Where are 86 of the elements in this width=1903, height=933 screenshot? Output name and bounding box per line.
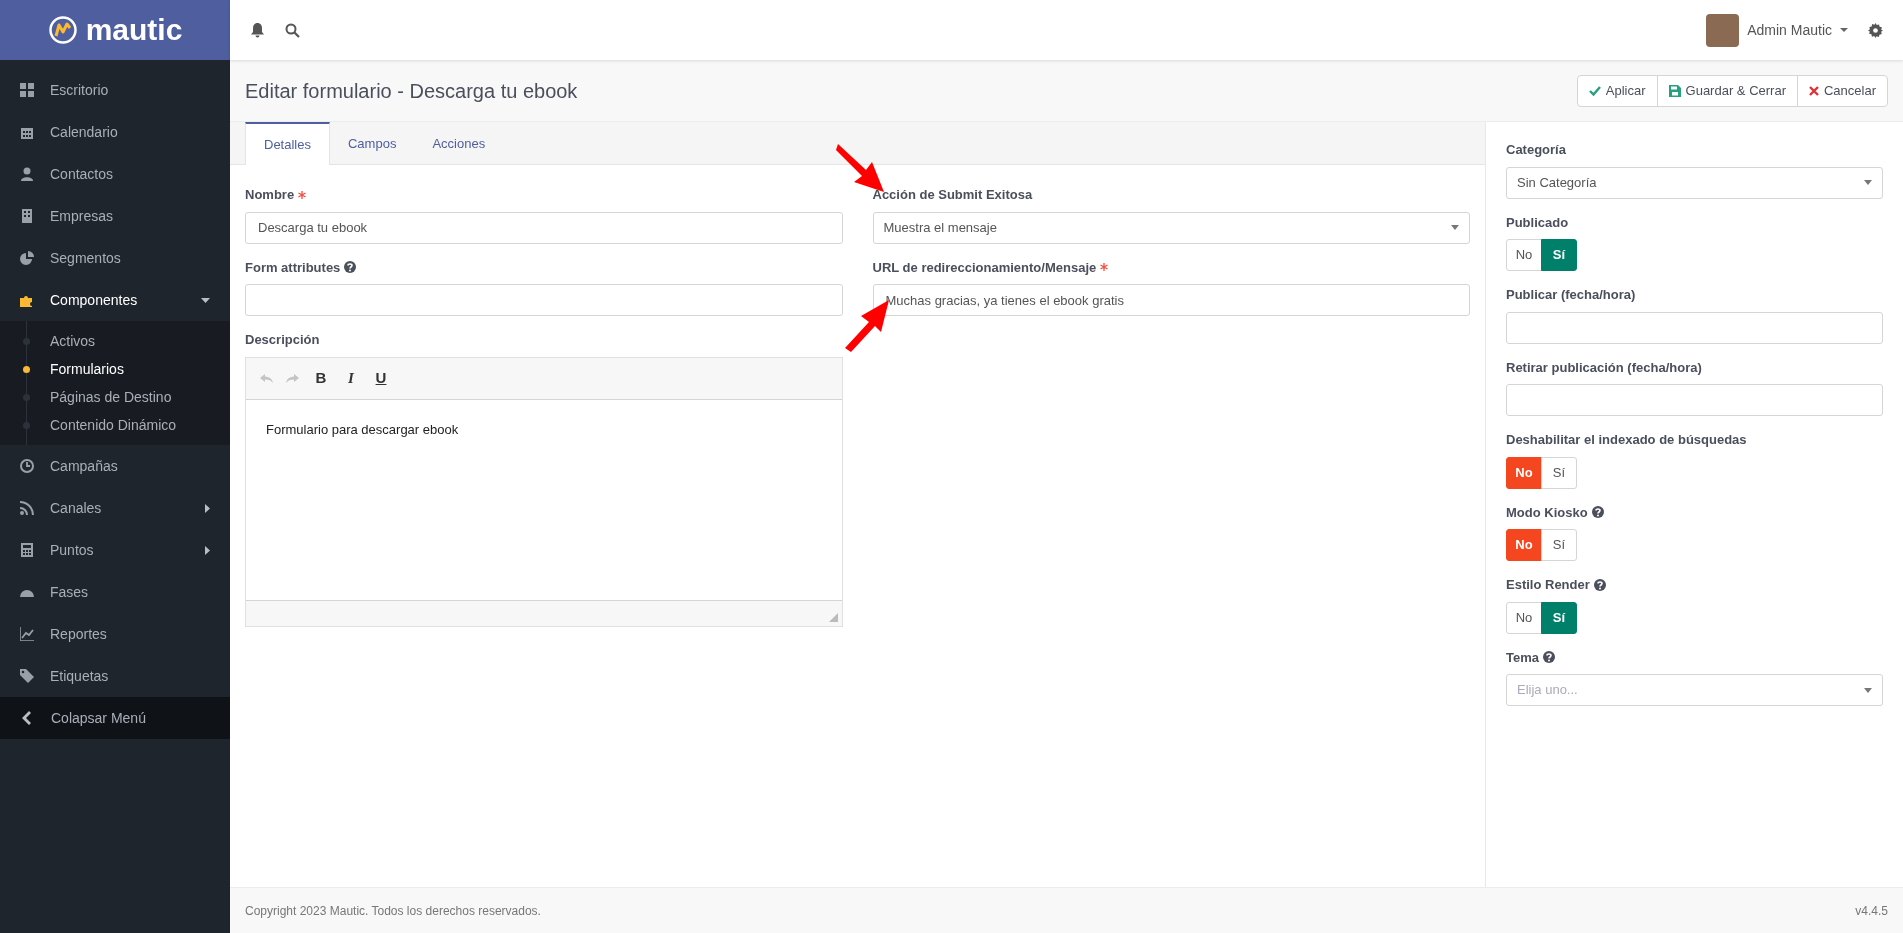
sidebar-item[interactable]: Segmentos (0, 237, 230, 279)
bold-button[interactable]: B (312, 366, 330, 390)
field-label: Acción de Submit Exitosa (872, 186, 1033, 204)
person-icon (20, 167, 34, 181)
chevron-left-icon (22, 711, 31, 725)
save-icon (1668, 84, 1681, 97)
tab[interactable]: Acciones (414, 122, 504, 165)
field-label: Estilo Render (1506, 576, 1590, 594)
toggle-option[interactable]: Sí (1541, 456, 1577, 489)
sidebar-item[interactable]: Empresas (0, 195, 230, 237)
copyright-text: Copyright 2023 Mautic. Todos los derechos reservados. (245, 902, 541, 920)
sidebar-item[interactable]: Canales (0, 487, 230, 529)
toggle-option[interactable]: No (1506, 456, 1542, 489)
sidebar-item[interactable]: Fases (0, 571, 230, 613)
brand-name: mautic (85, 15, 183, 45)
toggle-option[interactable]: No (1506, 601, 1542, 634)
dropdown-field[interactable]: Sin Categoría (1506, 166, 1883, 199)
apply-button[interactable]: Aplicar (1576, 74, 1658, 107)
text-field[interactable]: Muchas gracias, ya tienes el ebook gratis (872, 284, 1470, 316)
text-field[interactable]: Descarga tu ebook (245, 211, 843, 244)
clock-icon (20, 459, 34, 473)
resize-handle-icon[interactable] (828, 612, 838, 622)
pie-chart-icon (20, 251, 34, 265)
check-icon (1588, 85, 1601, 96)
italic-button[interactable]: I (342, 366, 360, 390)
dropdown-field[interactable]: Muestra el mensaje (872, 211, 1470, 244)
building-icon (20, 209, 34, 223)
text-field[interactable] (245, 284, 843, 316)
logo-icon (47, 15, 78, 45)
puzzle-icon (20, 293, 34, 307)
field-label: Tema (1506, 648, 1539, 667)
rss-icon (20, 501, 34, 515)
field-label: Nombre (245, 186, 295, 204)
caret-icon (1840, 28, 1848, 32)
bell-icon[interactable] (250, 22, 265, 38)
submenu-item[interactable]: Páginas de Destino (0, 383, 230, 411)
calculator-icon (20, 543, 34, 557)
line-chart-icon (20, 627, 34, 641)
sidebar-item[interactable]: Escritorio (0, 69, 230, 111)
underline-button[interactable]: U (372, 366, 390, 390)
sidebar-item[interactable]: Contactos (0, 153, 230, 195)
field-label: Deshabilitar el indexado de búsquedas (1506, 431, 1747, 449)
search-icon[interactable] (285, 22, 300, 38)
text-field[interactable] (1506, 311, 1883, 344)
caret-icon (1451, 225, 1459, 230)
calendar-icon (20, 125, 34, 139)
tab[interactable]: Detalles (245, 122, 330, 165)
caret-icon (1864, 687, 1872, 693)
field-label: Form attributes (245, 258, 341, 277)
toggle-option[interactable]: No (1506, 239, 1542, 271)
sidebar-item[interactable]: Reportes (0, 613, 230, 655)
tab[interactable]: Campos (329, 122, 415, 165)
toggle-option[interactable]: Sí (1541, 601, 1577, 634)
version-text: v4.4.5 (1855, 902, 1888, 920)
field-label: Retirar publicación (fecha/hora) (1506, 358, 1702, 377)
text-editor[interactable]: B I U Formulario para descargar ebook (245, 356, 843, 627)
close-icon (1808, 85, 1819, 96)
field-label: Descripción (245, 331, 320, 349)
toggle-option[interactable]: No (1506, 529, 1542, 561)
field-label: Publicado (1506, 213, 1569, 232)
submenu-item[interactable]: Activos (0, 327, 230, 355)
sidebar-item[interactable]: Campañas (0, 445, 230, 487)
field-label: Modo Kiosko (1506, 503, 1588, 522)
cancel-button[interactable]: Cancelar (1796, 74, 1888, 107)
user-menu[interactable]: Admin Mautic (1747, 19, 1848, 41)
grid-icon (20, 83, 34, 97)
editor-text: Formulario para descargar ebook (266, 420, 460, 439)
field-label: URL de redireccionamiento/Mensaje (872, 258, 1097, 277)
sidebar-item[interactable]: Calendario (0, 111, 230, 153)
sidebar-item[interactable]: Componentes (0, 279, 230, 321)
page-title: Editar formulario - Descarga tu ebook (245, 78, 579, 104)
save-close-button[interactable]: Guardar & Cerrar (1656, 74, 1798, 107)
toggle-option[interactable]: Sí (1541, 529, 1577, 561)
text-field[interactable] (1506, 384, 1883, 416)
sidebar-item[interactable]: Etiquetas (0, 655, 230, 697)
settings-icon[interactable] (1868, 22, 1883, 38)
tag-icon (20, 669, 34, 683)
caret-icon (1864, 180, 1872, 185)
field-label: Publicar (fecha/hora) (1506, 286, 1636, 304)
submenu-item[interactable]: Contenido Dinámico (0, 411, 230, 439)
field-label: Categoría (1506, 141, 1566, 159)
avatar-image (1706, 13, 1740, 47)
toggle-option[interactable]: Sí (1541, 239, 1577, 271)
collapse-menu-button[interactable]: Colapsar Menú (0, 697, 230, 739)
submenu-item[interactable]: Formularios (0, 355, 230, 383)
sidebar-item[interactable]: Puntos (0, 529, 230, 571)
